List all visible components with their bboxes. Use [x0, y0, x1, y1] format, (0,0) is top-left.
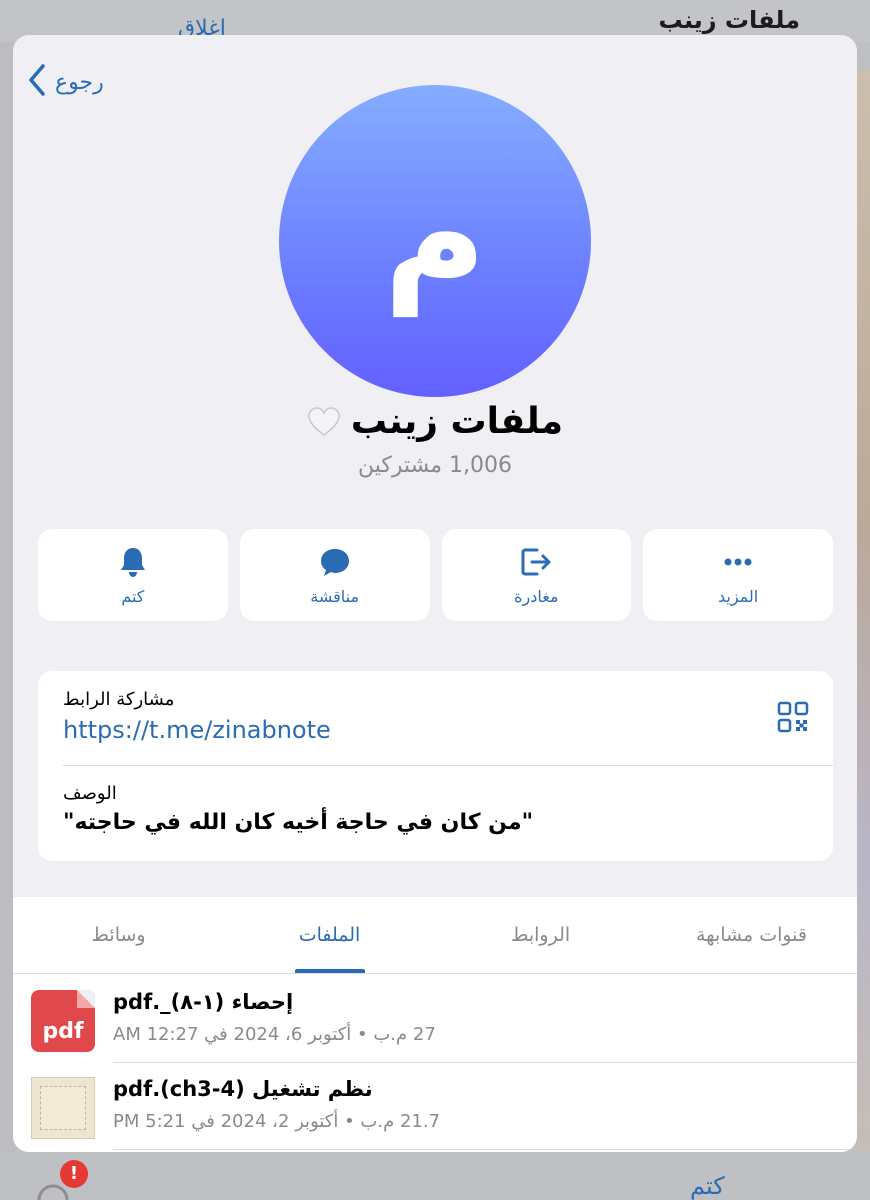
tab-links[interactable]: الروابط: [435, 897, 646, 973]
back-label: رجوع: [55, 69, 104, 95]
file-name: إحصاء (١-٨)_.pdf: [113, 990, 294, 1014]
file-row[interactable]: pdf إحصاء (١-٨)_.pdf 27 م.ب • أكتوبر 6، …: [13, 976, 857, 1064]
pdf-file-icon: pdf: [31, 990, 95, 1052]
tab-similar-channels[interactable]: قنوات مشابهة: [646, 897, 857, 973]
channel-name-row: ملفات زينب: [13, 401, 857, 442]
row-divider: [113, 1149, 857, 1150]
white-heart-icon: [307, 406, 341, 438]
background-bottombar: [0, 1152, 870, 1200]
discussion-button[interactable]: مناقشة: [239, 529, 430, 621]
leave-label: مغادرة: [514, 586, 559, 606]
document-thumbnail: [31, 1077, 95, 1139]
background-mute-button[interactable]: كتم: [690, 1172, 725, 1200]
tab-files[interactable]: الملفات: [224, 897, 435, 973]
subscriber-count: 1,006 مشتركين: [357, 453, 513, 478]
description-label: الوصف: [63, 783, 117, 804]
shared-content-area: وسائط الملفات الروابط قنوات مشابهة pdf إ…: [13, 897, 857, 1152]
share-link-label: مشاركة الرابط: [63, 689, 175, 710]
leave-button[interactable]: مغادرة: [441, 529, 632, 621]
file-row[interactable]: نظم تشغيل (ch3-4).pdf 21.7 م.ب • أكتوبر …: [13, 1063, 857, 1151]
background-wallpaper: [856, 70, 870, 1200]
document-preview: [40, 1086, 86, 1130]
more-dots-icon: [721, 545, 755, 579]
channel-name: ملفات زينب: [350, 401, 564, 442]
qr-code-icon[interactable]: [777, 701, 809, 733]
info-card: مشاركة الرابط https://t.me/zinabnote الو…: [38, 671, 833, 861]
content-tabs: وسائط الملفات الروابط قنوات مشابهة: [13, 897, 857, 974]
bell-icon: [116, 545, 150, 579]
background-sidebar: [0, 42, 14, 1200]
channel-info-sheet: رجوع م ملفات زينب 1,006 مشتركين كتم مناق…: [13, 35, 857, 1152]
file-meta: 21.7 م.ب • أكتوبر 2، 2024 في 5:21 PM: [113, 1111, 441, 1132]
action-buttons: كتم مناقشة مغادرة المزيد: [38, 529, 833, 621]
mute-label: كتم: [121, 586, 145, 606]
chat-bubble-icon: [318, 545, 352, 579]
discussion-label: مناقشة: [310, 586, 360, 606]
tab-media[interactable]: وسائط: [13, 897, 224, 973]
description-text: "من كان في حاجة أخيه كان الله في حاجته": [63, 810, 534, 835]
file-name: نظم تشغيل (ch3-4).pdf: [113, 1077, 373, 1101]
description-block: الوصف "من كان في حاجة أخيه كان الله في ح…: [63, 783, 803, 835]
avatar-letter: م: [383, 154, 487, 317]
back-button[interactable]: رجوع: [27, 63, 104, 101]
share-link[interactable]: https://t.me/zinabnote: [63, 716, 763, 744]
more-button[interactable]: المزيد: [643, 529, 833, 621]
background-title: ملفات زينب: [658, 6, 800, 34]
channel-avatar: م: [279, 85, 591, 397]
more-label: المزيد: [718, 586, 759, 606]
share-link-block: مشاركة الرابط https://t.me/zinabnote: [63, 689, 763, 744]
info-divider: [63, 765, 833, 766]
leave-icon: [519, 545, 553, 579]
alert-badge: !: [60, 1160, 88, 1188]
mute-button[interactable]: كتم: [38, 529, 228, 621]
chevron-left-icon: [27, 63, 47, 101]
file-meta: 27 م.ب • أكتوبر 6، 2024 في 12:27 AM: [113, 1024, 436, 1045]
